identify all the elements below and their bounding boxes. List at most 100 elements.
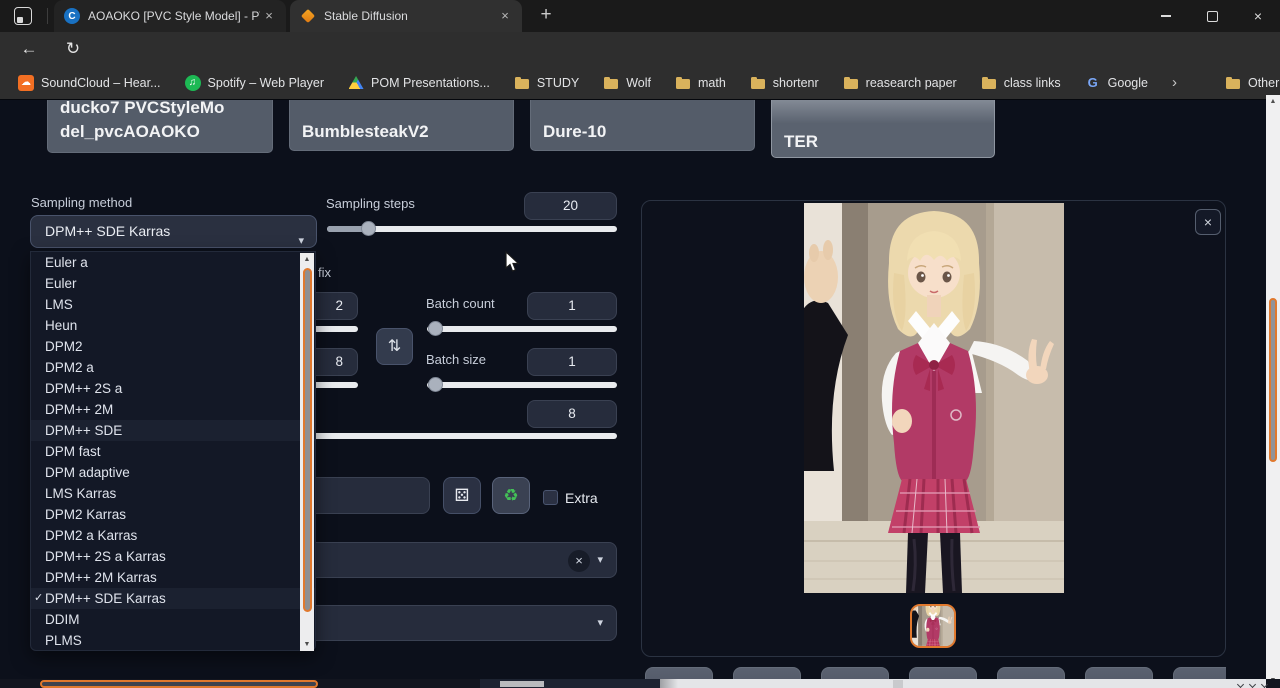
sampler-option[interactable]: DPM++ 2S a Karras xyxy=(31,546,315,567)
close-image-button[interactable]: × xyxy=(1195,209,1221,235)
gallery-thumbnail[interactable] xyxy=(910,604,956,648)
sampler-option-label: DPM++ 2M xyxy=(45,399,113,420)
bookmark-icon: G xyxy=(1085,75,1101,91)
tab-close-icon[interactable]: × xyxy=(497,8,513,24)
sampler-option[interactable]: DPM2 xyxy=(31,336,315,357)
sampler-option-label: DPM++ SDE xyxy=(45,420,122,441)
model-card[interactable]: BumblesteakV2 xyxy=(289,99,514,151)
model-card[interactable]: ducko7 PVCStyleMo del_pvcAOAOKO xyxy=(47,99,273,153)
vertical-scrollbar[interactable]: ▲ ▼ xyxy=(1266,95,1280,688)
model-card-title: ducko7 PVCStyleMo xyxy=(60,99,260,120)
scroll-up-icon[interactable]: ▲ xyxy=(300,253,314,266)
batch-size-value[interactable]: 1 xyxy=(527,348,617,376)
sampler-option[interactable]: DPM2 a Karras xyxy=(31,525,315,546)
window-close-button[interactable]: × xyxy=(1238,0,1278,32)
bookmark-item[interactable]: ☁ SoundCloud – Hear... xyxy=(18,75,161,91)
swap-dimensions-button[interactable]: ⇅ xyxy=(376,328,413,365)
sampler-option[interactable]: DPM++ 2M xyxy=(31,399,315,420)
sampling-steps-value[interactable]: 20 xyxy=(524,192,617,220)
bookmark-item[interactable]: class links xyxy=(981,75,1061,91)
sampling-method-select[interactable]: DPM++ SDE Karras ▾ xyxy=(30,215,317,248)
sampler-option-label: LMS Karras xyxy=(45,483,116,504)
dropdown-scrollbar[interactable]: ▲ ▼ xyxy=(300,253,314,651)
scroll-up-icon[interactable]: ▲ xyxy=(1266,95,1280,109)
bookmark-item[interactable]: Wolf xyxy=(603,75,651,91)
chevron-down-icon: ▾ xyxy=(597,616,603,629)
bookmark-item[interactable]: reasearch paper xyxy=(843,75,957,91)
clear-icon[interactable]: × xyxy=(568,550,590,572)
sampler-option[interactable]: Heun xyxy=(31,315,315,336)
sampler-option[interactable]: DPM2 a xyxy=(31,357,315,378)
bookmarks-overflow-chevron-icon[interactable]: › xyxy=(1172,74,1177,91)
extra-seed-checkbox[interactable] xyxy=(543,490,558,505)
dice-icon: ⚄ xyxy=(455,486,470,505)
tab-actions-icon[interactable] xyxy=(14,7,32,25)
sampler-option[interactable]: DPM++ 2M Karras xyxy=(31,567,315,588)
scrollbar-thumb[interactable] xyxy=(1269,298,1277,462)
new-tab-button[interactable]: + xyxy=(534,4,558,28)
sampler-option[interactable]: DPM++ SDE Karras xyxy=(31,588,315,609)
bookmark-item[interactable]: STUDY xyxy=(514,75,579,91)
reuse-seed-button[interactable]: ♻ xyxy=(492,477,530,514)
other-favorites[interactable]: Other favorites xyxy=(1225,75,1280,91)
bookmark-item[interactable]: math xyxy=(675,75,726,91)
browser-tab-stable-diffusion[interactable]: Stable Diffusion × xyxy=(290,0,522,32)
slider-handle[interactable] xyxy=(428,321,443,336)
sampler-option[interactable]: LMS xyxy=(31,294,315,315)
random-seed-button[interactable]: ⚄ xyxy=(443,477,481,514)
bookmark-label: SoundCloud – Hear... xyxy=(41,76,161,90)
sampling-method-label: Sampling method xyxy=(31,195,132,210)
model-card-title: BumblesteakV2 xyxy=(302,120,501,144)
sampler-option[interactable]: Euler a xyxy=(31,252,315,273)
divider xyxy=(47,8,48,24)
bookmark-label: Spotify – Web Player xyxy=(208,76,325,90)
sampler-option[interactable]: PLMS xyxy=(31,630,315,651)
sampler-option-label: LMS xyxy=(45,294,73,315)
browser-toolbar: ← ↻ i 127.0.0.1 :7860 A⁾ ☆ O»♻IAADS◉YM ☆… xyxy=(0,32,1280,66)
scrollbar-thumb[interactable] xyxy=(303,268,312,612)
browser-tab-civitai[interactable]: C AOAOKO [PVC Style Model] - PV × xyxy=(54,0,286,32)
bookmark-label: Wolf xyxy=(626,76,651,90)
tab-close-icon[interactable]: × xyxy=(261,8,277,24)
cfg-scale-value[interactable]: 8 xyxy=(527,400,617,428)
sampler-option-label: DPM adaptive xyxy=(45,462,130,483)
sampler-option[interactable]: DPM++ 2S a xyxy=(31,378,315,399)
generated-image[interactable] xyxy=(804,203,1064,593)
bookmark-item[interactable]: ♫ Spotify – Web Player xyxy=(185,75,325,91)
bookmark-item[interactable]: POM Presentations... xyxy=(348,75,490,91)
scroll-down-icon[interactable]: ▼ xyxy=(300,638,314,651)
bookmark-label: math xyxy=(698,76,726,90)
scrollbar-thumb[interactable] xyxy=(40,680,318,688)
model-card[interactable]: TER xyxy=(771,99,995,158)
sampler-option[interactable]: Euler xyxy=(31,273,315,294)
batch-size-slider[interactable] xyxy=(427,382,617,388)
slider-handle[interactable] xyxy=(361,221,376,236)
sampling-method-open-dropdown: Euler a Euler LMS Heun xyxy=(30,251,316,651)
sampler-option[interactable]: DPM2 Karras xyxy=(31,504,315,525)
bookmark-item[interactable]: G Google xyxy=(1085,75,1148,91)
refresh-button[interactable]: ↻ xyxy=(60,36,86,62)
sampling-steps-label: Sampling steps xyxy=(326,196,415,211)
stable-diffusion-page: ducko7 PVCStyleMo del_pvcAOAOKO Bumblest… xyxy=(0,99,1280,688)
sampler-option[interactable]: DPM adaptive xyxy=(31,462,315,483)
window-maximize-button[interactable] xyxy=(1192,0,1232,32)
model-card-title: Dure-10 xyxy=(543,120,742,144)
slider-handle[interactable] xyxy=(428,377,443,392)
bookmark-icon: ♫ xyxy=(185,75,201,91)
batch-count-value[interactable]: 1 xyxy=(527,292,617,320)
back-button[interactable]: ← xyxy=(16,36,42,62)
sampling-steps-slider[interactable] xyxy=(327,226,617,232)
sampler-option[interactable]: LMS Karras xyxy=(31,483,315,504)
window-minimize-button[interactable] xyxy=(1146,0,1186,32)
horizontal-scrollbar[interactable] xyxy=(0,679,1280,688)
sampler-option[interactable]: DPM++ SDE xyxy=(31,420,315,441)
extra-label: Extra xyxy=(565,490,598,506)
sampler-option[interactable]: DPM fast xyxy=(31,441,315,462)
batch-count-slider[interactable] xyxy=(427,326,617,332)
bookmark-item[interactable]: shortenr xyxy=(750,75,819,91)
batch-count-label: Batch count xyxy=(426,296,495,311)
bookmark-label: Google xyxy=(1108,76,1148,90)
model-card[interactable]: Dure-10 xyxy=(530,99,755,151)
sampler-option[interactable]: DDIM xyxy=(31,609,315,630)
bookmark-icon xyxy=(348,75,364,91)
